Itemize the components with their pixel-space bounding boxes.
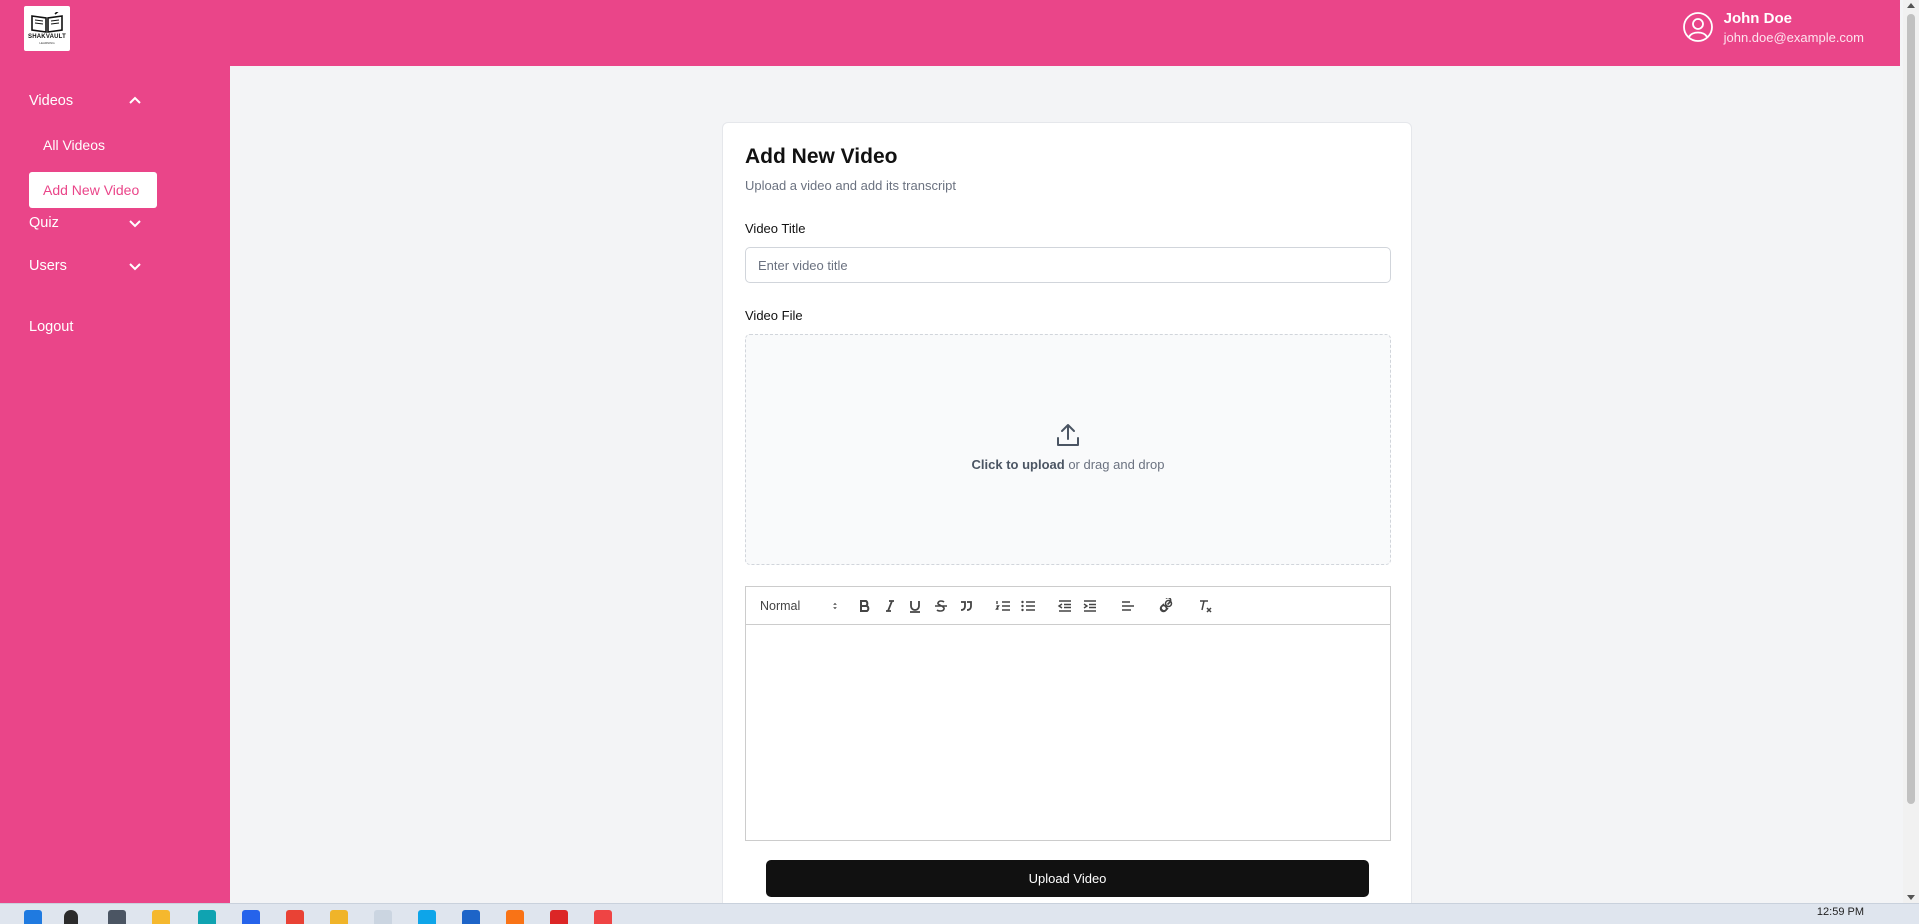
sidebar-item-videos[interactable]: Videos xyxy=(29,93,143,109)
logo-text: SHAKVAULT xyxy=(28,34,66,40)
search-icon[interactable] xyxy=(64,910,78,924)
add-video-card: Add New Video Upload a video and add its… xyxy=(722,122,1412,912)
strikethrough-icon xyxy=(935,600,947,612)
underline-button[interactable] xyxy=(906,597,924,615)
scroll-up-arrow-icon[interactable] xyxy=(1907,3,1915,8)
quote-icon xyxy=(960,601,972,611)
chrome-active-icon[interactable] xyxy=(550,910,568,924)
click-to-upload-text: Click to upload xyxy=(971,457,1065,472)
sidebar: Videos All Videos Add New Video Quiz Use… xyxy=(0,66,230,903)
sidebar-item-label: Users xyxy=(29,258,67,274)
editor-toolbar: Normal xyxy=(745,586,1391,625)
italic-button[interactable] xyxy=(881,597,899,615)
book-logo-icon xyxy=(31,12,63,33)
upload-icon xyxy=(1057,424,1079,446)
transcript-editor: Normal xyxy=(745,586,1391,841)
header-format-value: Normal xyxy=(760,599,801,613)
outdent-button[interactable] xyxy=(1056,597,1074,615)
app-icon[interactable] xyxy=(594,910,612,924)
sidebar-item-label: Quiz xyxy=(29,215,59,231)
sidebar-item-all-videos[interactable]: All Videos xyxy=(43,137,105,153)
header-format-select[interactable]: Normal xyxy=(760,597,840,615)
user-profile[interactable]: John Doe john.doe@example.com xyxy=(1682,10,1864,48)
upload-video-button[interactable]: Upload Video xyxy=(766,860,1369,897)
brand-logo[interactable]: SHAKVAULT LEARNING xyxy=(24,6,70,51)
logout-link[interactable]: Logout xyxy=(29,319,73,335)
scroll-down-arrow-icon[interactable] xyxy=(1907,895,1915,900)
postman-icon[interactable] xyxy=(506,910,524,924)
align-left-icon xyxy=(1122,601,1134,611)
video-file-label: Video File xyxy=(745,308,803,323)
underline-icon xyxy=(910,601,920,613)
bullet-list-icon xyxy=(1021,600,1035,612)
page-title: Add New Video xyxy=(745,145,898,168)
link-button[interactable] xyxy=(1157,597,1175,615)
video-title-label: Video Title xyxy=(745,221,806,236)
sidebar-item-quiz[interactable]: Quiz xyxy=(29,215,143,231)
chrome-icon[interactable] xyxy=(286,910,304,924)
user-info: John Doe john.doe@example.com xyxy=(1724,10,1864,48)
user-circle-icon xyxy=(1682,12,1713,42)
vscode-icon[interactable] xyxy=(462,910,480,924)
bold-icon xyxy=(860,600,870,612)
link-icon xyxy=(1159,598,1173,613)
page-scrollbar[interactable] xyxy=(1903,0,1919,903)
italic-icon xyxy=(886,600,894,612)
file-explorer-icon[interactable] xyxy=(152,910,170,924)
blockquote-button[interactable] xyxy=(957,597,975,615)
sidebar-item-label: Videos xyxy=(29,93,74,109)
chevron-down-icon xyxy=(129,263,141,271)
taskbar-clock: 12:59 PM xyxy=(1816,906,1864,918)
strike-button[interactable] xyxy=(932,597,950,615)
windows-start-icon[interactable] xyxy=(24,910,42,924)
sidebar-item-add-new-video[interactable]: Add New Video xyxy=(29,172,157,208)
align-button[interactable] xyxy=(1119,597,1137,615)
video-file-dropzone[interactable]: Click to upload or drag and drop xyxy=(745,334,1391,565)
os-taskbar: 12:59 PM xyxy=(0,903,1919,924)
app-icon[interactable] xyxy=(418,910,436,924)
user-email: john.doe@example.com xyxy=(1723,30,1864,45)
clear-format-icon xyxy=(1200,600,1212,613)
chevron-up-icon xyxy=(129,96,141,104)
transcript-editor-body[interactable] xyxy=(745,625,1391,841)
folder-icon[interactable] xyxy=(330,910,348,924)
top-header: SHAKVAULT LEARNING John Doe john.doe@exa… xyxy=(0,0,1900,66)
notepad-icon[interactable] xyxy=(374,910,392,924)
select-arrows-icon xyxy=(833,602,837,610)
clear-format-button[interactable] xyxy=(1196,597,1214,615)
user-name: John Doe xyxy=(1723,10,1792,27)
bold-button[interactable] xyxy=(856,597,874,615)
sidebar-item-users[interactable]: Users xyxy=(29,258,143,274)
chevron-down-icon xyxy=(129,220,141,228)
dropzone-text: Click to upload or drag and drop xyxy=(972,457,1165,472)
page-subtitle: Upload a video and add its transcript xyxy=(745,178,957,193)
indent-icon xyxy=(1083,600,1096,612)
drag-drop-text: or drag and drop xyxy=(1064,457,1165,472)
video-title-input[interactable] xyxy=(745,247,1391,283)
store-icon[interactable] xyxy=(242,910,260,924)
ordered-list-button[interactable] xyxy=(994,597,1012,615)
bullet-list-button[interactable] xyxy=(1019,597,1037,615)
indent-button[interactable] xyxy=(1081,597,1099,615)
outdent-icon xyxy=(1057,600,1071,612)
ordered-list-icon xyxy=(995,601,1010,611)
logo-subtext: LEARNING xyxy=(39,41,55,45)
task-view-icon[interactable] xyxy=(108,910,126,924)
edge-icon[interactable] xyxy=(198,910,216,924)
scroll-thumb[interactable] xyxy=(1907,14,1915,804)
